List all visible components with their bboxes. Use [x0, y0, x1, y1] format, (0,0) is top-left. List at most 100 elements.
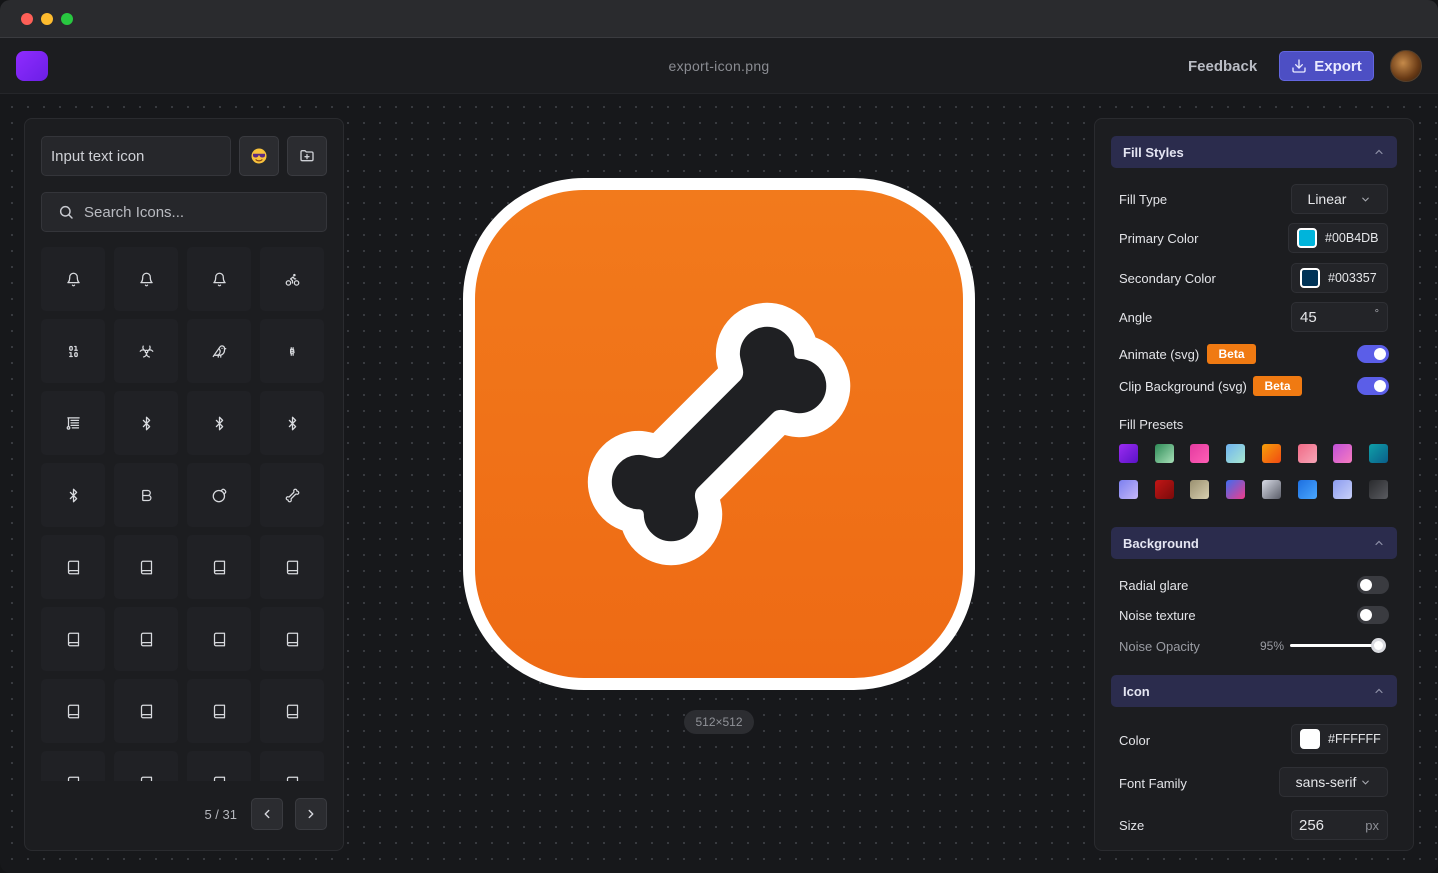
fill-preset-swatch[interactable] [1297, 444, 1317, 463]
icon-grid-cell[interactable] [41, 679, 105, 743]
bluetooth-icon [69, 488, 77, 502]
icon-grid [41, 247, 329, 781]
primary-color-label: Primary Color [1119, 231, 1199, 246]
icon-grid-cell[interactable] [41, 463, 105, 527]
icon-grid-cell[interactable] [187, 607, 251, 671]
icon-grid-cell[interactable] [114, 463, 178, 527]
search-icon [59, 205, 73, 219]
blinds-icon [66, 416, 80, 430]
icon-grid-cell[interactable] [114, 607, 178, 671]
bell-ring-icon [139, 272, 153, 286]
fill-preset-swatch[interactable] [1154, 444, 1174, 463]
animate-toggle[interactable] [1357, 345, 1389, 363]
fill-presets-label: Fill Presets [1119, 417, 1184, 432]
radial-glare-toggle[interactable] [1357, 576, 1389, 594]
fill-preset-swatch[interactable] [1226, 480, 1246, 499]
close-window-button[interactable] [21, 13, 33, 25]
fill-preset-swatch[interactable] [1333, 444, 1353, 463]
app-window: export-icon.png Feedback Export Input te… [0, 0, 1438, 873]
primary-color-picker[interactable]: #00B4DB [1288, 223, 1388, 253]
icon-size-value: 256 [1299, 816, 1325, 834]
icon-grid-cell[interactable] [187, 247, 251, 311]
icon-search-input[interactable]: Search Icons... [41, 192, 327, 232]
icon-grid-cell[interactable] [260, 319, 324, 383]
next-page-button[interactable] [295, 798, 327, 830]
icon-grid-cell[interactable] [187, 679, 251, 743]
icon-grid-cell[interactable] [187, 319, 251, 383]
fill-preset-swatch[interactable] [1368, 444, 1388, 463]
bike-icon [285, 273, 299, 286]
icon-color-picker[interactable]: #FFFFFF [1291, 724, 1388, 754]
icon-grid-cell[interactable] [260, 247, 324, 311]
book-down-icon [140, 560, 152, 574]
maximize-window-button[interactable] [61, 13, 73, 25]
fill-preset-swatch[interactable] [1154, 480, 1174, 499]
icon-color-swatch [1300, 729, 1320, 749]
fill-preset-swatch[interactable] [1190, 444, 1210, 463]
fill-preset-swatch[interactable] [1333, 480, 1353, 499]
bluetooth-searching-icon [288, 416, 296, 430]
angle-input[interactable]: 45 ° [1291, 302, 1388, 332]
avatar[interactable] [1390, 50, 1422, 82]
font-family-select[interactable]: sans-serif [1279, 767, 1388, 797]
icon-grid-cell[interactable] [260, 607, 324, 671]
chevron-left-icon [264, 809, 270, 819]
icon-section-header[interactable]: Icon [1111, 675, 1397, 707]
clip-beta-badge: Beta [1253, 376, 1302, 396]
angle-value: 45 [1300, 308, 1317, 326]
icon-grid-cell[interactable] [260, 751, 324, 781]
icon-grid-cell[interactable] [114, 247, 178, 311]
bone-icon [285, 488, 299, 502]
icon-grid-cell[interactable] [187, 751, 251, 781]
secondary-color-picker[interactable]: #003357 [1291, 263, 1388, 293]
icon-grid-cell[interactable] [187, 391, 251, 455]
emoji-button[interactable] [239, 136, 279, 176]
icon-grid-cell[interactable] [187, 535, 251, 599]
prev-page-button[interactable] [251, 798, 283, 830]
text-icon-placeholder: Input text icon [51, 147, 145, 165]
fill-preset-swatch[interactable] [1226, 444, 1246, 463]
noise-opacity-handle[interactable] [1371, 638, 1387, 653]
upload-folder-button[interactable] [287, 136, 327, 176]
icon-grid-cell[interactable] [41, 751, 105, 781]
book-open-icon [286, 632, 298, 646]
clip-background-toggle[interactable] [1357, 377, 1389, 395]
icon-grid-cell[interactable] [41, 319, 105, 383]
noise-texture-toggle[interactable] [1357, 606, 1389, 624]
export-button[interactable]: Export [1279, 51, 1374, 81]
icon-grid-cell[interactable] [41, 607, 105, 671]
background-header[interactable]: Background [1111, 527, 1397, 559]
book-key-icon [213, 560, 225, 574]
icon-grid-cell[interactable] [114, 319, 178, 383]
fill-preset-swatch[interactable] [1297, 480, 1317, 499]
text-icon-input[interactable]: Input text icon [41, 136, 231, 176]
fill-styles-header[interactable]: Fill Styles [1111, 136, 1397, 168]
book-icon [140, 776, 152, 781]
minimize-window-button[interactable] [41, 13, 53, 25]
icon-grid-cell[interactable] [114, 391, 178, 455]
icon-grid-cell[interactable] [114, 535, 178, 599]
feedback-link[interactable]: Feedback [1188, 58, 1257, 75]
icon-grid-cell[interactable] [260, 463, 324, 527]
fill-preset-swatch[interactable] [1119, 480, 1138, 499]
book-copy-icon [67, 560, 79, 574]
fill-preset-swatch[interactable] [1261, 480, 1281, 499]
icon-grid-cell[interactable] [41, 247, 105, 311]
icon-size-input[interactable]: 256 px [1291, 810, 1388, 840]
icon-grid-cell[interactable] [114, 679, 178, 743]
icon-grid-cell[interactable] [260, 679, 324, 743]
fill-preset-swatch[interactable] [1261, 444, 1281, 463]
icon-grid-cell[interactable] [41, 535, 105, 599]
icon-grid-cell[interactable] [260, 391, 324, 455]
icon-grid-cell[interactable] [260, 535, 324, 599]
icon-grid-cell[interactable] [187, 463, 251, 527]
icon-color-label: Color [1119, 733, 1151, 748]
fill-type-select[interactable]: Linear [1291, 184, 1388, 214]
icon-grid-cell[interactable] [41, 391, 105, 455]
fill-preset-swatch[interactable] [1190, 480, 1210, 499]
fill-preset-swatch[interactable] [1119, 444, 1138, 463]
primary-color-swatch [1297, 228, 1317, 248]
smiling-face-sunglasses-icon [251, 148, 267, 164]
icon-grid-cell[interactable] [114, 751, 178, 781]
fill-preset-swatch[interactable] [1368, 480, 1388, 499]
